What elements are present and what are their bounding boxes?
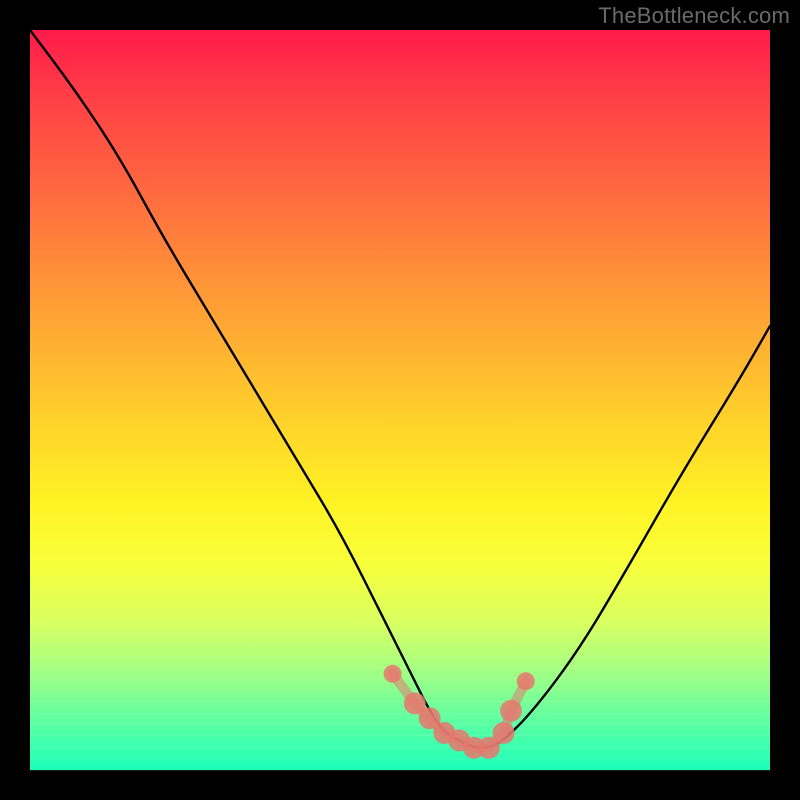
bottleneck-curve [30, 30, 770, 748]
marker-dot [500, 700, 522, 722]
min-region-markers [384, 665, 535, 759]
marker-dot [517, 672, 535, 690]
marker-dot [384, 665, 402, 683]
watermark-text: TheBottleneck.com [598, 3, 790, 29]
marker-dot [493, 722, 515, 744]
chart-svg [30, 30, 770, 770]
frame: TheBottleneck.com [0, 0, 800, 800]
plot-area [30, 30, 770, 770]
